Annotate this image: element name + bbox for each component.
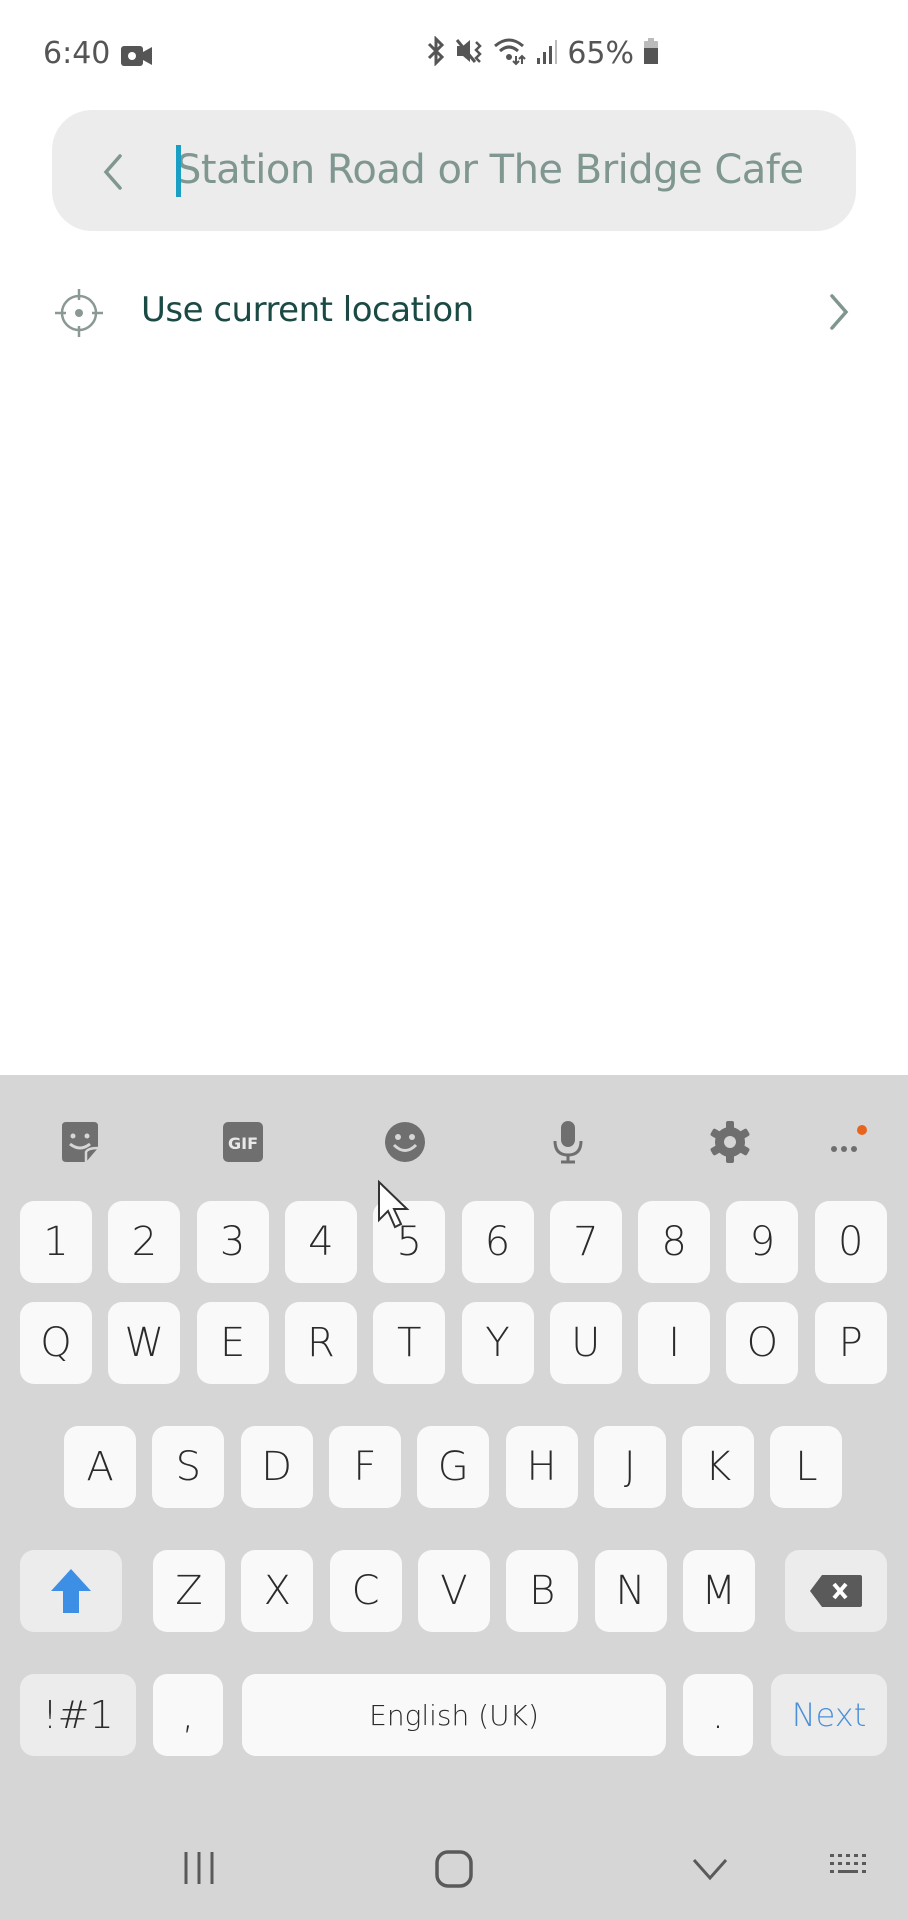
- chevron-left-icon: [103, 154, 122, 190]
- letter-key-c[interactable]: C: [329, 1550, 402, 1632]
- number-key-6[interactable]: 6: [461, 1201, 534, 1283]
- home-button[interactable]: [433, 1848, 475, 1890]
- letter-key-b[interactable]: B: [506, 1550, 579, 1632]
- letter-key-e[interactable]: E: [196, 1302, 269, 1384]
- number-key-3[interactable]: 3: [196, 1201, 269, 1283]
- gif-button[interactable]: GIF: [218, 1117, 268, 1167]
- letter-key-t[interactable]: T: [373, 1302, 446, 1384]
- emoji-icon[interactable]: [380, 1117, 430, 1167]
- battery-icon: [642, 36, 660, 71]
- battery-percent: 65%: [567, 36, 634, 71]
- next-key[interactable]: Next: [771, 1674, 887, 1756]
- letter-key-m[interactable]: M: [682, 1550, 755, 1632]
- letter-key-u[interactable]: U: [549, 1302, 622, 1384]
- svg-text:GIF: GIF: [228, 1134, 258, 1153]
- letter-key-x[interactable]: X: [241, 1550, 314, 1632]
- backspace-key[interactable]: [785, 1550, 887, 1632]
- hide-keyboard-button[interactable]: [690, 1848, 730, 1888]
- search-input[interactable]: [176, 140, 816, 200]
- crosshair-icon: [54, 288, 104, 343]
- letter-key-o[interactable]: O: [726, 1302, 799, 1384]
- signal-icon: [535, 36, 559, 71]
- number-key-1[interactable]: 1: [20, 1201, 92, 1283]
- video-record-icon: [121, 44, 153, 73]
- home-icon: [435, 1850, 473, 1888]
- status-bar: 6:40 65%: [0, 0, 908, 110]
- back-button[interactable]: [92, 150, 132, 194]
- mute-vibrate-icon: [455, 36, 485, 71]
- number-key-0[interactable]: 0: [814, 1201, 887, 1283]
- letter-key-f[interactable]: F: [328, 1426, 401, 1508]
- letter-key-s[interactable]: S: [152, 1426, 225, 1508]
- letter-key-g[interactable]: G: [417, 1426, 490, 1508]
- chevron-down-icon: [692, 1859, 728, 1881]
- keyboard: GIF !#1 , English (UK) . Next 1234567890…: [0, 1075, 908, 1920]
- wifi-icon: [493, 36, 527, 71]
- gif-icon: GIF: [223, 1122, 263, 1162]
- letter-key-l[interactable]: L: [770, 1426, 843, 1508]
- number-key-7[interactable]: 7: [549, 1201, 622, 1283]
- chevron-right-icon: [828, 292, 852, 337]
- backspace-icon: [810, 1575, 862, 1607]
- letter-key-z[interactable]: Z: [153, 1550, 225, 1632]
- more-icon[interactable]: [822, 1117, 872, 1167]
- sticker-icon[interactable]: [55, 1117, 105, 1167]
- symbols-key[interactable]: !#1: [20, 1674, 136, 1756]
- period-key[interactable]: .: [683, 1674, 753, 1756]
- shift-arrow-icon: [51, 1569, 91, 1613]
- microphone-icon[interactable]: [543, 1117, 593, 1167]
- letter-key-j[interactable]: J: [593, 1426, 666, 1508]
- letter-key-h[interactable]: H: [505, 1426, 578, 1508]
- comma-key[interactable]: ,: [153, 1674, 223, 1756]
- number-key-9[interactable]: 9: [726, 1201, 799, 1283]
- status-time: 6:40: [43, 36, 111, 71]
- settings-icon[interactable]: [705, 1117, 755, 1167]
- keyboard-switch-button[interactable]: [828, 1848, 872, 1888]
- recent-apps-button[interactable]: [180, 1848, 220, 1888]
- letter-key-w[interactable]: W: [108, 1302, 181, 1384]
- letter-key-a[interactable]: A: [64, 1426, 136, 1508]
- letter-key-n[interactable]: N: [594, 1550, 667, 1632]
- mouse-pointer: [377, 1179, 415, 1235]
- letter-key-v[interactable]: V: [417, 1550, 490, 1632]
- navigation-bar: [0, 1820, 908, 1920]
- keyboard-icon: [830, 1854, 866, 1873]
- notification-dot: [857, 1125, 867, 1135]
- shift-key[interactable]: [20, 1550, 122, 1632]
- letter-key-q[interactable]: Q: [20, 1302, 92, 1384]
- use-current-location-row[interactable]: Use current location: [40, 270, 870, 354]
- letter-key-d[interactable]: D: [240, 1426, 313, 1508]
- letter-key-p[interactable]: P: [814, 1302, 887, 1384]
- bluetooth-icon: [425, 35, 447, 71]
- status-icons: 65%: [425, 35, 660, 71]
- letter-key-y[interactable]: Y: [461, 1302, 534, 1384]
- letter-key-i[interactable]: I: [638, 1302, 711, 1384]
- number-key-2[interactable]: 2: [108, 1201, 181, 1283]
- number-key-4[interactable]: 4: [284, 1201, 357, 1283]
- text-caret: [176, 145, 181, 197]
- space-key[interactable]: English (UK): [242, 1674, 666, 1756]
- number-key-8[interactable]: 8: [638, 1201, 711, 1283]
- recent-apps-icon: [184, 1852, 214, 1884]
- use-current-location-label: Use current location: [141, 290, 474, 330]
- letter-key-k[interactable]: K: [682, 1426, 755, 1508]
- letter-key-r[interactable]: R: [284, 1302, 357, 1384]
